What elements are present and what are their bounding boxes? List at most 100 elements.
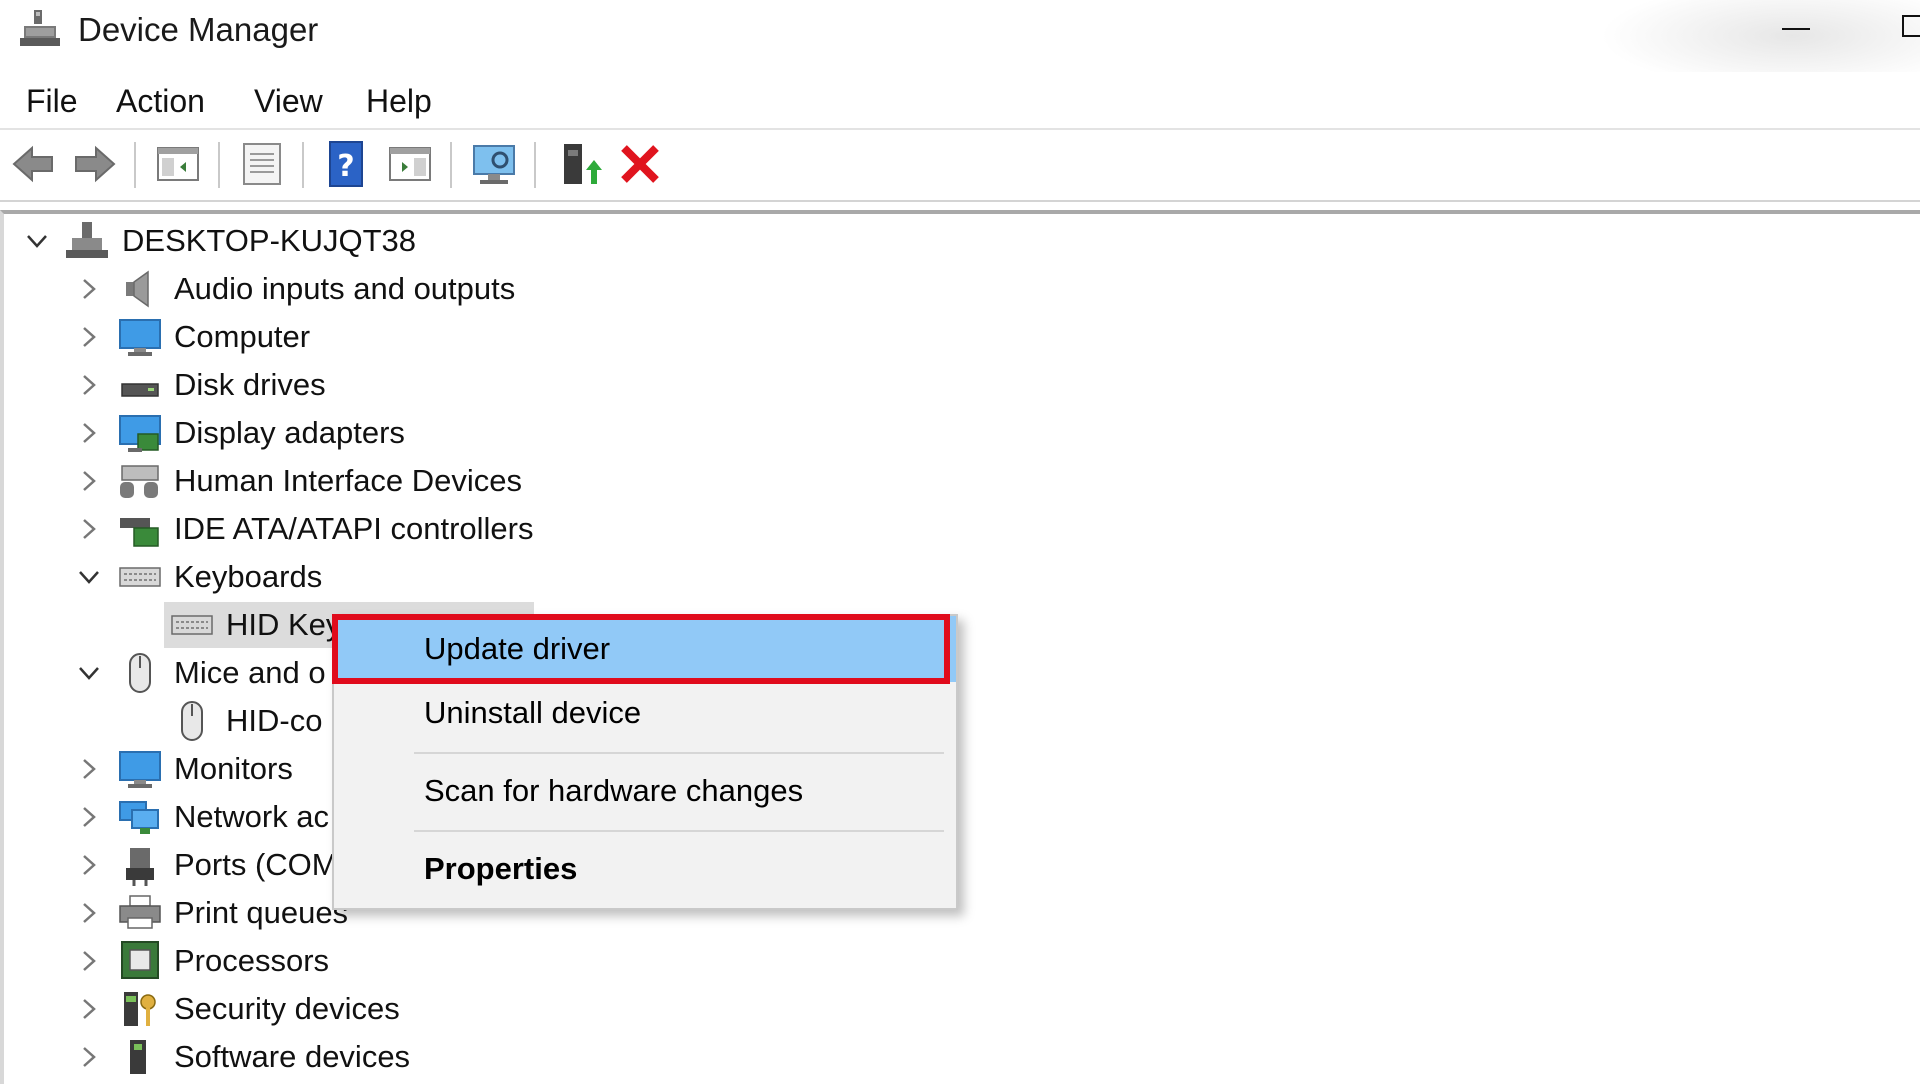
software-device-icon (130, 1040, 146, 1074)
monitor-icon (119, 319, 161, 356)
chevron-right-icon[interactable] (78, 470, 100, 492)
tree-node-label: IDE ATA/ATAPI controllers (174, 511, 534, 546)
toolbar-separator (134, 142, 136, 188)
chevron-right-icon[interactable] (78, 326, 100, 348)
show-hide-console-tree-icon[interactable] (154, 140, 202, 188)
tree-node-label: Human Interface Devices (174, 463, 523, 498)
window-title: Device Manager (78, 11, 319, 48)
menu-view[interactable]: View (248, 80, 329, 122)
menu-item-label: Properties (424, 851, 578, 886)
tree-node-label: HID-co (226, 703, 323, 738)
keyboard-icon (171, 615, 213, 635)
chevron-right-icon[interactable] (78, 1046, 100, 1068)
tree-node-label: Security devices (174, 991, 400, 1026)
toolbar: ? (0, 130, 1920, 202)
chevron-right-icon[interactable] (78, 758, 100, 780)
chevron-right-icon[interactable] (78, 278, 100, 300)
processor-icon (121, 941, 159, 979)
device-manager-icon (20, 10, 60, 46)
chevron-down-icon[interactable] (78, 566, 100, 588)
tree-node-label: HID Key (226, 607, 342, 642)
tree-root-node[interactable]: DESKTOP-KUJQT38 (4, 218, 504, 264)
keyboard-icon (119, 567, 161, 587)
printer-icon (119, 895, 161, 929)
tree-node-label: Mice and o (174, 655, 326, 690)
tree-node-processors[interactable]: Processors (4, 938, 604, 984)
menu-item-label: Uninstall device (424, 695, 642, 730)
help-icon[interactable]: ? (322, 140, 370, 188)
tree-node-label: Print queues (174, 895, 349, 930)
display-adapter-icon (119, 415, 161, 452)
menu-help[interactable]: Help (360, 80, 438, 122)
chevron-down-icon[interactable] (78, 662, 100, 684)
disk-drive-icon (121, 383, 159, 397)
update-driver-icon[interactable] (556, 140, 604, 188)
tree-node-software-devices[interactable]: Software devices (4, 1034, 604, 1080)
tree-node-display-adapters[interactable]: Display adapters (4, 410, 604, 456)
scan-hardware-icon[interactable] (470, 140, 518, 188)
menu-item-label: Scan for hardware changes (424, 773, 804, 808)
back-arrow-icon[interactable] (10, 140, 58, 188)
menu-item-scan-hardware[interactable]: Scan for hardware changes (334, 758, 956, 824)
tree-node-label: Software devices (174, 1039, 411, 1074)
properties-icon[interactable] (238, 140, 286, 188)
tree-node-label: Computer (174, 319, 311, 354)
tree-node-label: Processors (174, 943, 330, 978)
chevron-down-icon[interactable] (26, 230, 48, 252)
menu-action[interactable]: Action (110, 80, 211, 122)
device-tree: DESKTOP-KUJQT38 Audio inputs and outputs (0, 210, 1920, 1084)
title-bar: Device Manager (0, 0, 1920, 90)
chevron-right-icon[interactable] (78, 806, 100, 828)
hid-icon (120, 465, 159, 498)
tree-node-human-interface-devices[interactable]: Human Interface Devices (4, 458, 604, 504)
computer-tower-icon (66, 222, 108, 258)
chevron-right-icon[interactable] (78, 422, 100, 444)
forward-arrow-icon[interactable] (70, 140, 118, 188)
network-adapter-icon (119, 801, 159, 834)
tree-node-computer[interactable]: Computer (4, 314, 604, 360)
tree-node-label: Monitors (174, 751, 293, 786)
menu-item-properties[interactable]: Properties (334, 836, 956, 902)
toolbar-separator (218, 142, 220, 188)
action-pane-icon[interactable] (386, 140, 434, 188)
tree-node-security-devices[interactable]: Security devices (4, 986, 604, 1032)
svg-text:?: ? (337, 149, 354, 184)
maximize-button[interactable] (1880, 0, 1920, 56)
monitor-icon (119, 751, 161, 788)
device-manager-window: Device Manager File Action View Help ? D… (0, 0, 1920, 1084)
tree-node-label: Audio inputs and outputs (174, 271, 516, 306)
menu-item-uninstall-device[interactable]: Uninstall device (334, 680, 956, 746)
tree-node-keyboards[interactable]: Keyboards (4, 554, 604, 600)
tree-node-label: Disk drives (174, 367, 326, 402)
minimize-button[interactable] (1760, 0, 1830, 56)
ide-controller-icon (120, 518, 159, 547)
tree-node-label: Keyboards (174, 559, 323, 594)
menu-separator (414, 752, 944, 754)
speaker-icon (126, 270, 149, 308)
tree-node-label: Display adapters (174, 415, 405, 450)
tree-node-audio[interactable]: Audio inputs and outputs (4, 266, 604, 312)
mouse-icon (129, 653, 151, 693)
menu-separator (414, 830, 944, 832)
chevron-right-icon[interactable] (78, 902, 100, 924)
highlight-callout-box (332, 614, 950, 684)
chevron-right-icon[interactable] (78, 854, 100, 876)
toolbar-separator (302, 142, 304, 188)
tree-node-disk-drives[interactable]: Disk drives (4, 362, 604, 408)
mouse-icon (181, 701, 203, 741)
chevron-right-icon[interactable] (78, 518, 100, 540)
tree-node-ide-controllers[interactable]: IDE ATA/ATAPI controllers (4, 506, 604, 552)
chevron-right-icon[interactable] (78, 998, 100, 1020)
menu-bar: File Action View Help (0, 72, 1920, 130)
security-device-icon (124, 992, 156, 1026)
tree-node-label: Ports (COM (174, 847, 338, 882)
chevron-right-icon[interactable] (78, 374, 100, 396)
chevron-right-icon[interactable] (78, 950, 100, 972)
tree-node-label: Network ac (174, 799, 330, 834)
port-icon (126, 848, 154, 886)
tree-root-label: DESKTOP-KUJQT38 (122, 223, 417, 258)
toolbar-separator (450, 142, 452, 188)
uninstall-device-icon[interactable] (616, 140, 664, 188)
toolbar-separator (534, 142, 536, 188)
menu-file[interactable]: File (20, 80, 84, 122)
